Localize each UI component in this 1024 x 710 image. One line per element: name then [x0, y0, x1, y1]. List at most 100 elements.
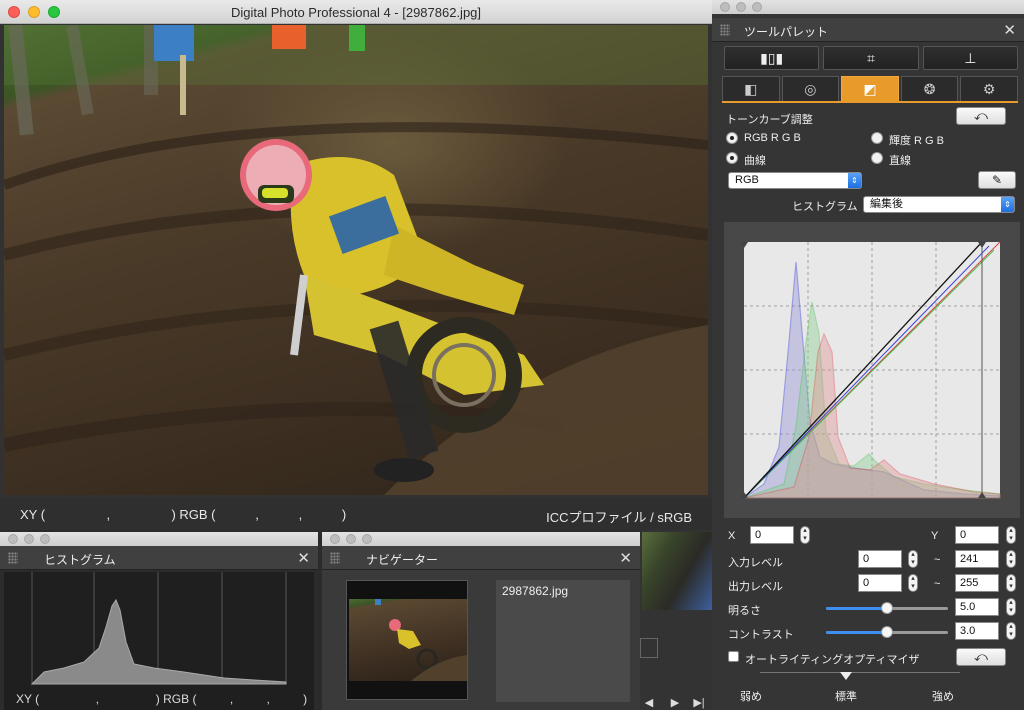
y-stepper[interactable]: ▴ ▾ — [1006, 526, 1016, 544]
eyedropper-icon: ✎ — [991, 173, 1003, 187]
palette-close-dot[interactable] — [720, 2, 730, 12]
channel-select-value: RGB — [735, 174, 759, 186]
input-level-max[interactable]: 241 — [955, 550, 999, 568]
histogram-titlebar[interactable] — [0, 532, 318, 546]
input-tilde: ~ — [934, 554, 941, 566]
brightness-stepper[interactable]: ▴ ▾ — [1006, 598, 1016, 616]
tool-palette: ツールパレット ✕ ▮▯▮ ⌗ ⊥ ◧ ◎ ◩ ❂ ⚙ トーンカーブ調整 ⤺ R… — [712, 0, 1024, 710]
input-max-stepper[interactable]: ▴ ▾ — [1006, 550, 1016, 568]
radio-luma[interactable] — [871, 132, 883, 144]
navigator-filename: 2987862.jpg — [502, 584, 569, 598]
background-browser-strip: ◀ ▶ ▶| — [640, 530, 712, 710]
tab-nr[interactable]: ◎ — [781, 76, 840, 102]
tab-tone[interactable]: ◩ — [841, 76, 899, 102]
navigator-header[interactable]: ナビゲーター ✕ — [322, 546, 640, 570]
histogram-zoom-dot[interactable] — [40, 534, 50, 544]
palette-min-dot[interactable] — [736, 2, 746, 12]
histogram-close-icon[interactable]: ✕ — [297, 549, 310, 567]
palette-zoom-dot[interactable] — [752, 2, 762, 12]
histogram-graph-area — [4, 572, 314, 710]
x-input[interactable]: 0 — [750, 526, 794, 544]
lens-correction-icon[interactable]: ▮▯▮ — [724, 46, 820, 70]
radio-curve[interactable] — [726, 152, 738, 164]
histogram-close-dot[interactable] — [8, 534, 18, 544]
brightness-label: 明るさ — [728, 605, 761, 617]
alo-reset-button[interactable]: ⤺ — [956, 648, 1006, 666]
navigator-close-icon[interactable]: ✕ — [619, 549, 632, 567]
palette-title: ツールパレット — [744, 25, 829, 39]
tone-reset-button[interactable]: ⤺ — [956, 107, 1006, 125]
first-image-icon[interactable]: ◀ — [640, 696, 658, 710]
main-titlebar[interactable]: Digital Photo Professional 4 - [2987862.… — [0, 0, 712, 24]
brightness-slider-fill — [826, 607, 887, 610]
radio-rgb[interactable] — [726, 132, 738, 144]
palette-header[interactable]: ツールパレット ✕ — [712, 18, 1024, 42]
output-level-label: 出力レベル — [728, 581, 783, 593]
brightness-input[interactable]: 5.0 — [955, 598, 999, 616]
histogram-min-dot[interactable] — [24, 534, 34, 544]
contrast-input[interactable]: 3.0 — [955, 622, 999, 640]
radio-curve-label: 曲線 — [744, 155, 766, 167]
output-min-stepper[interactable]: ▴ ▾ — [908, 574, 918, 592]
y-input[interactable]: 0 — [955, 526, 999, 544]
alo-checkbox[interactable] — [728, 651, 739, 662]
output-max-stepper[interactable]: ▴ ▾ — [1006, 574, 1016, 592]
navigator-thumbnail-image[interactable] — [349, 599, 467, 681]
navigator-panel: ナビゲーター ✕ 2987862.jpg — [322, 532, 640, 710]
grid-view-icon[interactable] — [640, 638, 658, 658]
tone-curve-graph[interactable] — [724, 222, 1020, 518]
histogram-mode-select[interactable]: 編集後 ⇕ — [863, 196, 1015, 213]
histogram-header[interactable]: ヒストグラム ✕ — [0, 546, 318, 570]
histogram-select-label: ヒストグラム — [792, 201, 858, 213]
histogram-xy-readout: XY ( , ) RGB ( , , ) — [16, 692, 308, 706]
tab-basic[interactable]: ◧ — [722, 76, 780, 102]
navigator-close-dot[interactable] — [330, 534, 340, 544]
brightness-slider-knob[interactable] — [881, 602, 893, 614]
tool-mode-bar: ▮▯▮ ⌗ ⊥ — [724, 46, 1018, 70]
tone-curve-editor[interactable] — [724, 222, 1020, 518]
tab-color[interactable]: ❂ — [900, 76, 959, 102]
stamp-icon[interactable]: ⊥ — [922, 46, 1018, 70]
navigator-titlebar[interactable] — [322, 532, 640, 546]
tab-settings[interactable]: ⚙ — [960, 76, 1018, 102]
eyedropper-button[interactable]: ✎ — [978, 171, 1016, 189]
output-tilde: ~ — [934, 578, 941, 590]
grip-icon[interactable] — [720, 24, 730, 36]
radio-straight[interactable] — [871, 152, 883, 164]
chevron-updown-icon: ⇕ — [1001, 197, 1014, 212]
brightness-slider[interactable] — [826, 602, 948, 614]
background-thumbnail[interactable] — [642, 532, 712, 610]
last-image-icon[interactable]: ▶| — [690, 696, 708, 710]
luminance-histogram — [30, 572, 287, 685]
x-label: X — [728, 530, 736, 542]
x-stepper[interactable]: ▴ ▾ — [800, 526, 810, 544]
palette-close-icon[interactable]: ✕ — [1003, 21, 1016, 39]
contrast-stepper[interactable]: ▴ ▾ — [1006, 622, 1016, 640]
contrast-slider[interactable] — [826, 626, 948, 638]
output-level-min[interactable]: 0 — [858, 574, 902, 592]
alo-track[interactable] — [760, 672, 960, 673]
output-level-max[interactable]: 255 — [955, 574, 999, 592]
icc-profile-label: ICCプロファイル / sRGB — [546, 510, 692, 525]
radio-rgb-label: RGB R G B — [744, 132, 801, 144]
navigator-zoom-dot[interactable] — [362, 534, 372, 544]
grip-icon[interactable] — [330, 552, 340, 564]
photo-preview[interactable] — [4, 25, 708, 495]
channel-select[interactable]: RGB ⇕ — [728, 172, 862, 189]
alo-low-label: 弱め — [740, 691, 762, 703]
xy-rgb-readout: XY ( , ) RGB ( , , ) — [20, 507, 347, 522]
alo-level-marker[interactable] — [840, 672, 852, 680]
input-min-stepper[interactable]: ▴ ▾ — [908, 550, 918, 568]
navigator-min-dot[interactable] — [346, 534, 356, 544]
contrast-slider-knob[interactable] — [881, 626, 893, 638]
crop-icon[interactable]: ⌗ — [823, 46, 919, 70]
radio-straight-label: 直線 — [889, 155, 911, 167]
navigator-thumbnail[interactable] — [346, 580, 468, 700]
next-image-icon[interactable]: ▶ — [666, 696, 684, 710]
window-title: Digital Photo Professional 4 - [2987862.… — [230, 5, 482, 20]
input-level-min[interactable]: 0 — [858, 550, 902, 568]
palette-titlebar[interactable] — [712, 0, 1024, 14]
main-window: Digital Photo Professional 4 - [2987862.… — [0, 0, 712, 530]
grip-icon[interactable] — [8, 552, 18, 564]
alo-label: オートライティングオプティマイザ — [745, 654, 920, 666]
